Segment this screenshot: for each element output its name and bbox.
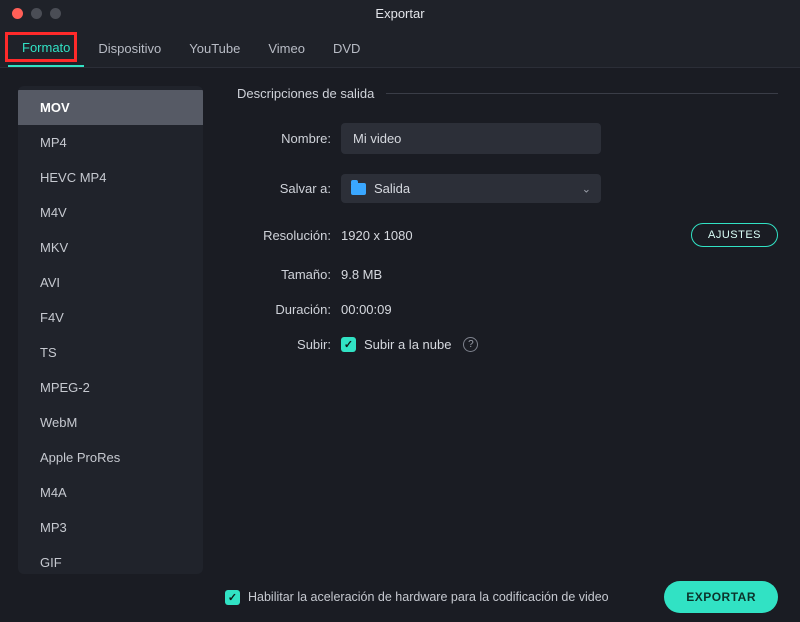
upload-label: Subir: (237, 337, 341, 352)
tab-vimeo[interactable]: Vimeo (254, 33, 319, 66)
sidebar-item-format[interactable]: AVI (18, 265, 203, 300)
resolution-label: Resolución: (237, 228, 341, 243)
sidebar-item-format[interactable]: MPEG-2 (18, 370, 203, 405)
tab-formato[interactable]: Formato (8, 32, 84, 67)
sidebar-item-format[interactable]: F4V (18, 300, 203, 335)
hw-accel-checkbox[interactable]: ✓ (225, 590, 240, 605)
resolution-value: 1920 x 1080 (341, 228, 413, 243)
section-title: Descripciones de salida (237, 86, 374, 101)
folder-icon (351, 183, 366, 195)
export-button[interactable]: EXPORTAR (664, 581, 778, 613)
sidebar-item-format[interactable]: GIF (18, 545, 203, 574)
window-title: Exportar (0, 6, 800, 21)
saveto-select[interactable]: Salida ⌄ (341, 174, 601, 203)
sidebar-item-format[interactable]: MOV (18, 90, 203, 125)
saveto-value: Salida (374, 181, 410, 196)
export-tabbar: Formato Dispositivo YouTube Vimeo DVD (0, 26, 800, 68)
format-sidebar: MOVMP4HEVC MP4M4VMKVAVIF4VTSMPEG-2WebMAp… (18, 86, 203, 574)
duration-label: Duración: (237, 302, 341, 317)
sidebar-item-format[interactable]: MP4 (18, 125, 203, 160)
sidebar-item-format[interactable]: MP3 (18, 510, 203, 545)
sidebar-item-format[interactable]: M4A (18, 475, 203, 510)
settings-button[interactable]: AJUSTES (691, 223, 778, 247)
saveto-label: Salvar a: (237, 181, 341, 196)
minimize-window-button[interactable] (31, 8, 42, 19)
size-value: 9.8 MB (341, 267, 382, 282)
sidebar-item-format[interactable]: MKV (18, 230, 203, 265)
name-label: Nombre: (237, 131, 341, 146)
titlebar: Exportar (0, 0, 800, 26)
tab-dispositivo[interactable]: Dispositivo (84, 33, 175, 66)
chevron-down-icon: ⌄ (582, 182, 591, 195)
tab-dvd[interactable]: DVD (319, 33, 374, 66)
tab-youtube[interactable]: YouTube (175, 33, 254, 66)
sidebar-item-format[interactable]: WebM (18, 405, 203, 440)
name-input[interactable] (341, 123, 601, 154)
duration-value: 00:00:09 (341, 302, 392, 317)
footer: ✓ Habilitar la aceleración de hardware p… (0, 572, 800, 622)
sidebar-item-format[interactable]: HEVC MP4 (18, 160, 203, 195)
sidebar-item-format[interactable]: M4V (18, 195, 203, 230)
help-icon[interactable]: ? (463, 337, 478, 352)
upload-checkbox-label: Subir a la nube (364, 337, 451, 352)
hw-accel-label: Habilitar la aceleración de hardware par… (248, 590, 609, 604)
sidebar-item-format[interactable]: TS (18, 335, 203, 370)
maximize-window-button[interactable] (50, 8, 61, 19)
close-window-button[interactable] (12, 8, 23, 19)
output-details: Descripciones de salida Nombre: Salvar a… (203, 68, 800, 574)
divider (386, 93, 778, 94)
sidebar-item-format[interactable]: Apple ProRes (18, 440, 203, 475)
upload-checkbox[interactable]: ✓ (341, 337, 356, 352)
size-label: Tamaño: (237, 267, 341, 282)
window-controls (0, 8, 61, 19)
